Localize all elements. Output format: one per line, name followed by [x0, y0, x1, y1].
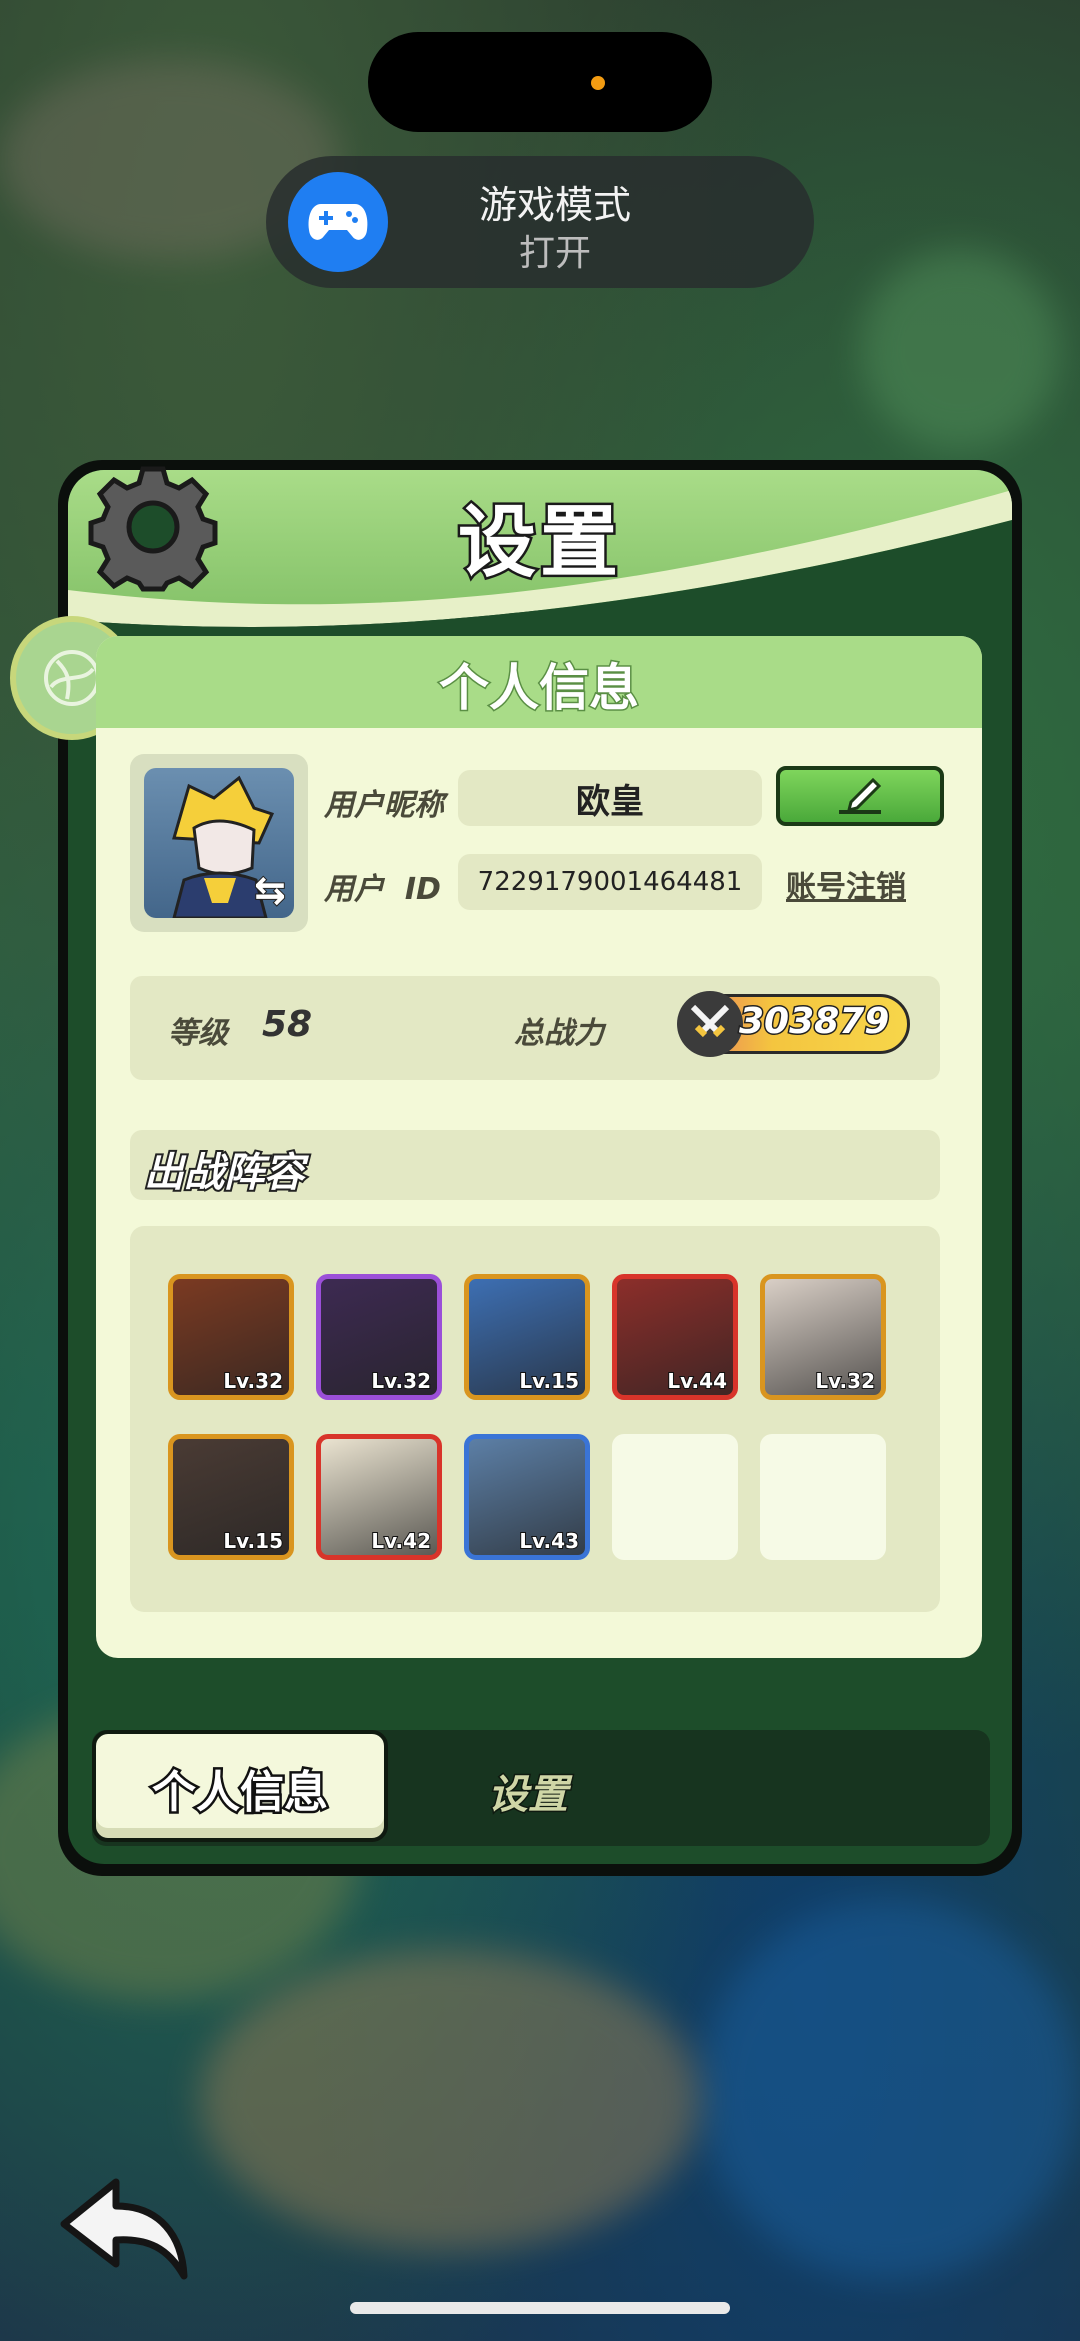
user-id-label: 用户 ID — [324, 872, 441, 907]
hero-level: Lv.15 — [518, 1368, 580, 1394]
hero-slot[interactable]: Lv.42 — [316, 1434, 442, 1560]
user-id-field: 7229179001464481 — [458, 854, 762, 910]
user-id-value: 7229179001464481 — [477, 867, 743, 897]
bottom-tab-bar: 个人信息 设置 — [92, 1730, 990, 1846]
card-title: 个人信息 — [438, 658, 641, 719]
nickname-label: 用户昵称 — [324, 788, 444, 823]
power-label: 总战力 — [514, 1016, 604, 1051]
lineup-title: 出战阵容 — [142, 1148, 306, 1198]
power-value: 303879 — [737, 1000, 890, 1044]
home-indicator[interactable] — [350, 2302, 730, 2314]
pencil-icon — [839, 777, 882, 814]
hero-level: Lv.32 — [222, 1368, 284, 1394]
toast-subtitle: 打开 — [518, 233, 591, 274]
hero-level: Lv.44 — [666, 1368, 728, 1394]
gear-icon — [88, 462, 218, 592]
empty-hero-slot[interactable] — [612, 1434, 738, 1560]
stats-row: 等级 58 总战力 303879 — [130, 976, 940, 1080]
crossed-swords-icon — [677, 991, 743, 1057]
level-label: 等级 — [168, 1016, 228, 1051]
dynamic-island — [368, 32, 712, 132]
tab-profile-label: 个人信息 — [150, 1765, 331, 1821]
tab-settings[interactable]: 设置 — [408, 1762, 648, 1820]
nickname-value: 欧皇 — [576, 781, 644, 822]
game-mode-toast: 游戏模式 打开 — [266, 156, 814, 288]
lineup-header: 出战阵容 — [130, 1130, 940, 1200]
hero-slot[interactable]: Lv.15 — [168, 1434, 294, 1560]
hero-level: Lv.32 — [370, 1368, 432, 1394]
hero-level: Lv.32 — [814, 1368, 876, 1394]
power-badge: 303879 — [677, 991, 910, 1057]
avatar-frame[interactable]: ⇆ — [130, 754, 308, 932]
toast-title: 游戏模式 — [478, 183, 631, 227]
hero-slot[interactable]: Lv.32 — [760, 1274, 886, 1400]
recording-indicator — [591, 76, 605, 90]
hero-slot[interactable]: Lv.44 — [612, 1274, 738, 1400]
hero-level: Lv.42 — [370, 1528, 432, 1554]
profile-card: 个人信息 ⇆ 用户昵称 欧皇 用户 ID 7229179001464481 账号… — [96, 636, 982, 1658]
background-blob — [860, 250, 1060, 450]
tab-profile[interactable]: 个人信息 — [92, 1730, 388, 1842]
hero-slot[interactable]: Lv.43 — [464, 1434, 590, 1560]
back-arrow-icon[interactable] — [56, 2176, 196, 2286]
swap-icon: ⇆ — [253, 867, 287, 913]
hero-level: Lv.43 — [518, 1528, 580, 1554]
edit-nickname-button[interactable] — [776, 766, 944, 826]
level-value: 58 — [262, 1004, 313, 1045]
hero-lineup: Lv.32 Lv.32 Lv.15 Lv.44 Lv.32 Lv.15 Lv.4… — [130, 1226, 940, 1612]
card-header: 个人信息 — [96, 636, 982, 728]
hero-slot[interactable]: Lv.15 — [464, 1274, 590, 1400]
empty-hero-slot[interactable] — [760, 1434, 886, 1560]
background-blob — [700, 1900, 1080, 2280]
background-blob — [200, 1950, 700, 2250]
hero-level: Lv.15 — [222, 1528, 284, 1554]
delete-account-link[interactable]: 账号注销 — [786, 862, 906, 906]
hero-slot[interactable]: Lv.32 — [168, 1274, 294, 1400]
hero-slot[interactable]: Lv.32 — [316, 1274, 442, 1400]
nickname-field: 欧皇 — [458, 770, 762, 826]
